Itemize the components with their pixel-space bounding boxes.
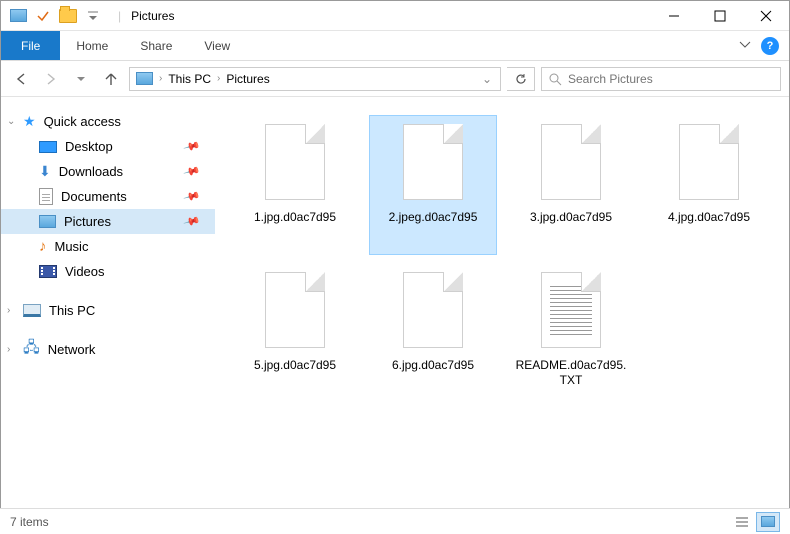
- desktop-icon: [39, 141, 57, 153]
- statusbar: 7 items: [0, 508, 790, 534]
- file-label: 3.jpg.d0ac7d95: [530, 210, 612, 225]
- videos-icon: [39, 265, 57, 278]
- search-input[interactable]: [568, 72, 774, 86]
- window-title: Pictures: [110, 9, 174, 23]
- sidebar-item-label: Downloads: [59, 164, 123, 179]
- document-icon: [39, 188, 53, 205]
- file-label: 2.jpeg.d0ac7d95: [389, 210, 478, 225]
- up-button[interactable]: [99, 67, 123, 91]
- file-item[interactable]: 5.jpg.d0ac7d95: [231, 263, 359, 403]
- pin-icon: 📌: [183, 212, 201, 230]
- chevron-right-icon[interactable]: ›: [215, 73, 222, 84]
- music-icon: ♪: [39, 238, 47, 255]
- sidebar-item-desktop[interactable]: Desktop 📌: [1, 134, 215, 159]
- search-icon: [548, 72, 562, 86]
- qat-dropdown-icon[interactable]: [82, 5, 104, 27]
- sidebar-item-label: Quick access: [44, 114, 121, 129]
- sidebar-this-pc[interactable]: › This PC: [1, 298, 215, 323]
- file-grid[interactable]: 1.jpg.d0ac7d95 2.jpeg.d0ac7d95 3.jpg.d0ac7…: [215, 97, 789, 507]
- generic-file-icon: [395, 268, 471, 354]
- file-label: README.d0ac7d95.TXT: [512, 358, 630, 388]
- chevron-down-icon[interactable]: ⌄: [7, 116, 15, 127]
- sidebar-quick-access[interactable]: ⌄ ★ Quick access: [1, 109, 215, 134]
- addressbar: › This PC › Pictures ⌄: [1, 61, 789, 97]
- pictures-icon: [39, 215, 56, 228]
- search-box[interactable]: [541, 67, 781, 91]
- maximize-button[interactable]: [697, 1, 743, 31]
- close-button[interactable]: [743, 1, 789, 31]
- quick-access-toolbar: [1, 5, 110, 27]
- pin-icon: 📌: [183, 187, 201, 205]
- generic-file-icon: [671, 120, 747, 206]
- chevron-right-icon[interactable]: ›: [7, 344, 10, 355]
- breadcrumb-dropdown-icon[interactable]: ⌄: [478, 72, 496, 86]
- sidebar-item-label: Pictures: [64, 214, 111, 229]
- file-label: 1.jpg.d0ac7d95: [254, 210, 336, 225]
- ribbon: File Home Share View ?: [1, 31, 789, 61]
- breadcrumb-this-pc[interactable]: This PC: [166, 72, 213, 86]
- tab-view[interactable]: View: [188, 31, 246, 60]
- sidebar-item-label: Music: [55, 239, 89, 254]
- sidebar-item-label: Network: [48, 342, 96, 357]
- sidebar-item-pictures[interactable]: Pictures 📌: [1, 209, 215, 234]
- main: ⌄ ★ Quick access Desktop 📌 ⬇ Downloads 📌…: [1, 97, 789, 507]
- sidebar-item-music[interactable]: ♪ Music: [1, 234, 215, 259]
- generic-file-icon: [395, 120, 471, 206]
- text-file-icon: [533, 268, 609, 354]
- sidebar: ⌄ ★ Quick access Desktop 📌 ⬇ Downloads 📌…: [1, 97, 215, 507]
- minimize-button[interactable]: [651, 1, 697, 31]
- recent-dropdown-icon[interactable]: [69, 67, 93, 91]
- file-item[interactable]: 1.jpg.d0ac7d95: [231, 115, 359, 255]
- titlebar: Pictures: [1, 1, 789, 31]
- pin-icon: 📌: [183, 137, 201, 155]
- app-icon: [7, 5, 29, 27]
- sidebar-item-label: Videos: [65, 264, 105, 279]
- qat-properties-icon[interactable]: [32, 5, 54, 27]
- generic-file-icon: [257, 120, 333, 206]
- forward-button[interactable]: [39, 67, 63, 91]
- file-label: 6.jpg.d0ac7d95: [392, 358, 474, 373]
- view-details-button[interactable]: [730, 512, 754, 532]
- network-icon: 🖧: [23, 337, 40, 362]
- file-label: 5.jpg.d0ac7d95: [254, 358, 336, 373]
- pin-icon: 📌: [183, 162, 201, 180]
- sidebar-item-label: Documents: [61, 189, 127, 204]
- sidebar-item-videos[interactable]: Videos: [1, 259, 215, 284]
- breadcrumb-pictures[interactable]: Pictures: [224, 72, 271, 86]
- breadcrumb[interactable]: › This PC › Pictures ⌄: [129, 67, 501, 91]
- file-item[interactable]: README.d0ac7d95.TXT: [507, 263, 635, 403]
- downloads-icon: ⬇: [39, 163, 51, 180]
- chevron-right-icon[interactable]: ›: [7, 305, 10, 316]
- chevron-right-icon[interactable]: ›: [157, 73, 164, 84]
- qat-folder-icon[interactable]: [57, 5, 79, 27]
- breadcrumb-root-icon[interactable]: [134, 72, 155, 85]
- ribbon-expand-icon[interactable]: [739, 38, 751, 53]
- status-text: 7 items: [10, 515, 49, 529]
- generic-file-icon: [533, 120, 609, 206]
- refresh-button[interactable]: [507, 67, 535, 91]
- pc-icon: [23, 304, 41, 317]
- sidebar-network[interactable]: › 🖧 Network: [1, 337, 215, 362]
- sidebar-item-label: Desktop: [65, 139, 113, 154]
- tab-share[interactable]: Share: [124, 31, 188, 60]
- view-icons-button[interactable]: [756, 512, 780, 532]
- sidebar-item-label: This PC: [49, 303, 95, 318]
- tab-home[interactable]: Home: [60, 31, 124, 60]
- help-button[interactable]: ?: [761, 37, 779, 55]
- file-item[interactable]: 2.jpeg.d0ac7d95: [369, 115, 497, 255]
- file-item[interactable]: 4.jpg.d0ac7d95: [645, 115, 773, 255]
- star-icon: ★: [23, 113, 36, 130]
- file-item[interactable]: 6.jpg.d0ac7d95: [369, 263, 497, 403]
- file-item[interactable]: 3.jpg.d0ac7d95: [507, 115, 635, 255]
- generic-file-icon: [257, 268, 333, 354]
- back-button[interactable]: [9, 67, 33, 91]
- file-label: 4.jpg.d0ac7d95: [668, 210, 750, 225]
- file-tab[interactable]: File: [1, 31, 60, 60]
- sidebar-item-downloads[interactable]: ⬇ Downloads 📌: [1, 159, 215, 184]
- sidebar-item-documents[interactable]: Documents 📌: [1, 184, 215, 209]
